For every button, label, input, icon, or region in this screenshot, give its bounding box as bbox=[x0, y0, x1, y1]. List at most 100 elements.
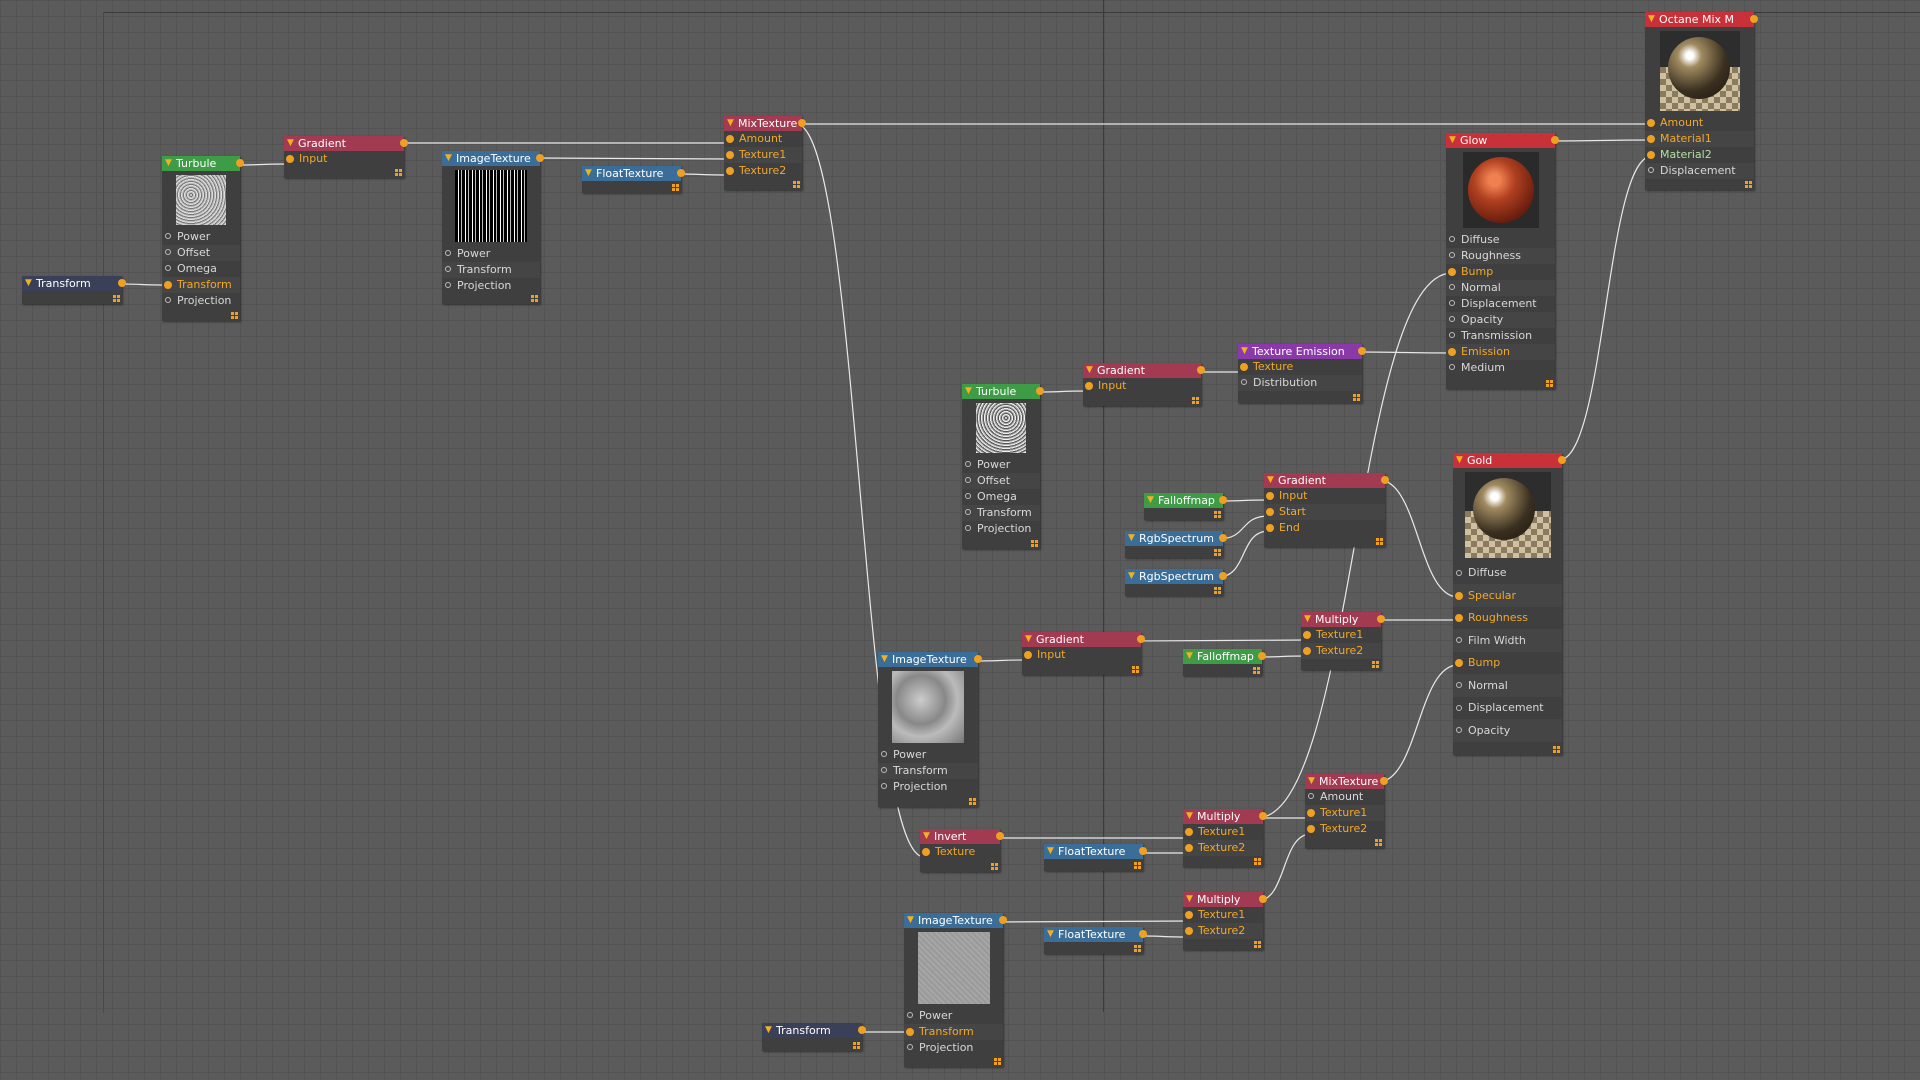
port-projection[interactable]: Projection bbox=[162, 293, 240, 309]
resize-grip-icon[interactable] bbox=[1132, 666, 1139, 673]
port-texture2[interactable]: Texture2 bbox=[1305, 821, 1384, 837]
port-transform[interactable]: Transform bbox=[162, 277, 240, 293]
node-multiply[interactable]: ▼ Multiply Texture1 Texture2 bbox=[1183, 809, 1267, 867]
output-pin[interactable] bbox=[1558, 456, 1566, 464]
input-pin[interactable] bbox=[1303, 647, 1311, 655]
output-pin[interactable] bbox=[536, 154, 544, 162]
input-pin[interactable] bbox=[1647, 151, 1655, 159]
node-header[interactable]: ▼ MixTexture bbox=[1305, 774, 1388, 789]
collapse-triangle-icon[interactable]: ▼ bbox=[1648, 12, 1655, 27]
port-amount[interactable]: Amount bbox=[1305, 789, 1384, 805]
port-texture1[interactable]: Texture1 bbox=[1183, 907, 1263, 923]
output-pin[interactable] bbox=[1358, 347, 1366, 355]
input-pin[interactable] bbox=[965, 477, 971, 483]
collapse-triangle-icon[interactable]: ▼ bbox=[965, 384, 972, 399]
collapse-triangle-icon[interactable]: ▼ bbox=[585, 166, 592, 181]
collapse-triangle-icon[interactable]: ▼ bbox=[1308, 774, 1315, 789]
port-texture[interactable]: Texture bbox=[1238, 359, 1362, 375]
node-header[interactable]: ▼ Multiply bbox=[1183, 809, 1267, 824]
input-pin[interactable] bbox=[1455, 614, 1463, 622]
input-pin[interactable] bbox=[1456, 705, 1462, 711]
resize-grip-icon[interactable] bbox=[969, 798, 976, 805]
input-pin[interactable] bbox=[726, 167, 734, 175]
port-normal[interactable]: Normal bbox=[1453, 674, 1562, 697]
input-pin[interactable] bbox=[922, 848, 930, 856]
input-pin[interactable] bbox=[1303, 631, 1311, 639]
input-pin[interactable] bbox=[1449, 332, 1455, 338]
output-pin[interactable] bbox=[1258, 652, 1266, 660]
input-pin[interactable] bbox=[1185, 911, 1193, 919]
resize-grip-icon[interactable] bbox=[853, 1042, 860, 1049]
port-power[interactable]: Power bbox=[962, 457, 1040, 473]
port-emission[interactable]: Emission bbox=[1446, 344, 1555, 360]
resize-grip-icon[interactable] bbox=[1254, 858, 1261, 865]
port-omega[interactable]: Omega bbox=[962, 489, 1040, 505]
input-pin[interactable] bbox=[1308, 793, 1314, 799]
resize-grip-icon[interactable] bbox=[1745, 181, 1752, 188]
resize-grip-icon[interactable] bbox=[113, 295, 120, 302]
resize-grip-icon[interactable] bbox=[1254, 941, 1261, 948]
node-floattexture[interactable]: ▼ FloatTexture bbox=[582, 166, 685, 193]
port-texture1[interactable]: Texture1 bbox=[1301, 627, 1381, 643]
collapse-triangle-icon[interactable]: ▼ bbox=[1086, 363, 1093, 378]
node-falloffmap[interactable]: ▼ Falloffmap bbox=[1183, 649, 1266, 676]
node-invert[interactable]: ▼ Invert Texture bbox=[920, 829, 1004, 872]
input-pin[interactable] bbox=[726, 151, 734, 159]
port-end[interactable]: End bbox=[1264, 520, 1385, 536]
port-power[interactable]: Power bbox=[878, 747, 978, 763]
input-pin[interactable] bbox=[1456, 570, 1462, 576]
node-header[interactable]: ▼ ImageTexture bbox=[878, 652, 982, 667]
output-pin[interactable] bbox=[1381, 476, 1389, 484]
output-pin[interactable] bbox=[1259, 895, 1267, 903]
output-pin[interactable] bbox=[236, 159, 244, 167]
resize-grip-icon[interactable] bbox=[231, 312, 238, 319]
input-pin[interactable] bbox=[445, 250, 451, 256]
port-material1[interactable]: Material1 bbox=[1645, 131, 1754, 147]
port-power[interactable]: Power bbox=[162, 229, 240, 245]
node-texture-emission[interactable]: ▼ Texture Emission Texture Distribution bbox=[1238, 344, 1366, 403]
port-opacity[interactable]: Opacity bbox=[1453, 719, 1562, 742]
input-pin[interactable] bbox=[1647, 119, 1655, 127]
node-editor-canvas[interactable]: ▼ Transform ▼ Turbule Power Offset Omega T… bbox=[0, 0, 1920, 1080]
collapse-triangle-icon[interactable]: ▼ bbox=[907, 913, 914, 928]
output-pin[interactable] bbox=[400, 139, 408, 147]
node-header[interactable]: ▼ Gradient bbox=[1264, 473, 1389, 488]
node-rgbspectrum[interactable]: ▼ RgbSpectrum bbox=[1125, 569, 1227, 596]
input-pin[interactable] bbox=[445, 282, 451, 288]
port-texture2[interactable]: Texture2 bbox=[1183, 923, 1263, 939]
collapse-triangle-icon[interactable]: ▼ bbox=[1304, 612, 1311, 627]
input-pin[interactable] bbox=[1456, 637, 1462, 643]
port-displacement[interactable]: Displacement bbox=[1645, 163, 1754, 179]
node-header[interactable]: ▼ Multiply bbox=[1301, 612, 1385, 627]
input-pin[interactable] bbox=[1024, 651, 1032, 659]
node-header[interactable]: ▼ FloatTexture bbox=[1044, 927, 1147, 942]
input-pin[interactable] bbox=[1449, 364, 1455, 370]
resize-grip-icon[interactable] bbox=[1214, 549, 1221, 556]
port-texture2[interactable]: Texture2 bbox=[1183, 840, 1263, 856]
input-pin[interactable] bbox=[165, 297, 171, 303]
node-header[interactable]: ▼ Gold bbox=[1453, 453, 1566, 468]
input-pin[interactable] bbox=[1448, 268, 1456, 276]
port-input[interactable]: Input bbox=[284, 151, 404, 167]
node-gradient[interactable]: ▼ Gradient Input bbox=[1083, 363, 1205, 406]
port-roughness[interactable]: Roughness bbox=[1453, 607, 1562, 629]
port-transform[interactable]: Transform bbox=[904, 1024, 1003, 1040]
node-transform[interactable]: ▼ Transform bbox=[22, 276, 126, 304]
input-pin[interactable] bbox=[1266, 524, 1274, 532]
collapse-triangle-icon[interactable]: ▼ bbox=[765, 1023, 772, 1038]
input-pin[interactable] bbox=[907, 1044, 913, 1050]
port-input[interactable]: Input bbox=[1264, 488, 1385, 504]
collapse-triangle-icon[interactable]: ▼ bbox=[1047, 844, 1054, 859]
collapse-triangle-icon[interactable]: ▼ bbox=[1147, 493, 1154, 508]
node-floattexture[interactable]: ▼ FloatTexture bbox=[1044, 927, 1147, 954]
input-pin[interactable] bbox=[881, 751, 887, 757]
resize-grip-icon[interactable] bbox=[1134, 945, 1141, 952]
node-gradient[interactable]: ▼ Gradient Input bbox=[1022, 632, 1145, 675]
output-pin[interactable] bbox=[996, 832, 1004, 840]
input-pin[interactable] bbox=[165, 233, 171, 239]
resize-grip-icon[interactable] bbox=[1192, 397, 1199, 404]
port-start[interactable]: Start bbox=[1264, 504, 1385, 520]
node-mixtexture[interactable]: ▼ MixTexture Amount Texture1 Texture2 bbox=[724, 116, 806, 190]
input-pin[interactable] bbox=[965, 509, 971, 515]
output-pin[interactable] bbox=[1551, 136, 1559, 144]
